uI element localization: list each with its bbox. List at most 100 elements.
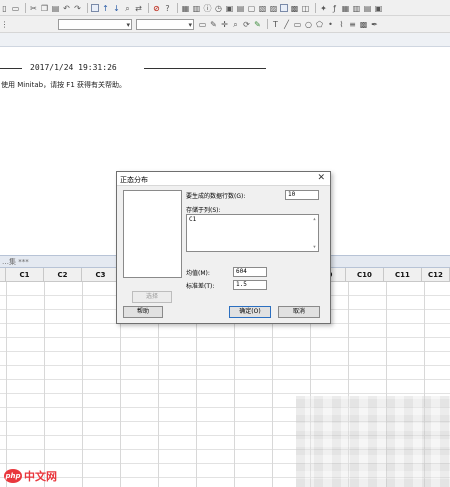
- toolbar-separator: [25, 3, 26, 13]
- rotate-icon[interactable]: ⟳: [242, 20, 251, 29]
- info-icon[interactable]: ⓘ: [203, 4, 212, 13]
- cut-icon[interactable]: ✂: [29, 4, 38, 13]
- worksheet-properties-icon[interactable]: ▦: [341, 4, 350, 13]
- column-header-c12[interactable]: C12: [422, 268, 450, 282]
- store-scrollbar[interactable]: ▲ ▼: [312, 217, 317, 249]
- rows-label: 要生成的数据行数(G):: [186, 193, 246, 200]
- variable-dropdown[interactable]: ▾: [136, 19, 194, 30]
- brush-icon[interactable]: ✎: [209, 20, 218, 29]
- variable-list[interactable]: [123, 190, 182, 278]
- session-welcome-text: 使用 Minitab，请按 F1 获得有关帮助。: [1, 81, 126, 89]
- text-tool-icon[interactable]: T: [271, 20, 280, 29]
- worksheet-title: …集 ***: [2, 258, 29, 266]
- command-dropdown[interactable]: ▾: [58, 19, 132, 30]
- session-separator-left: [0, 68, 22, 69]
- row-icon[interactable]: ▤: [363, 4, 372, 13]
- standard-toolbar: ▯ ▭ ✂ ❐ ▤ ↶ ↷ ↑ ↓ ⌕ ⇄ ⊘ ? ▦ ▥ ⓘ ◷ ▣ ▤ ▢ …: [0, 0, 450, 16]
- project-toolbar: ⋮ ▾ ▾ ▭ ✎ ✛ ⌕ ⟳ ✎ T ╱ ▭ ○ ⬠ • ⌇ ≡ ▩ ✒: [0, 16, 450, 33]
- help-icon[interactable]: ?: [163, 4, 172, 13]
- fx-icon[interactable]: ƒ: [330, 4, 339, 13]
- toolbar-separator: [177, 3, 178, 13]
- toolbar-grip-icon: ⋮: [0, 19, 9, 29]
- pen-icon[interactable]: ✒: [370, 20, 379, 29]
- dialog-titlebar[interactable]: 正态分布 ✕: [117, 172, 330, 186]
- help-button[interactable]: 帮助: [123, 306, 163, 318]
- watermark-text: 中文网: [24, 470, 57, 483]
- mean-label: 均值(M):: [186, 270, 210, 277]
- graph-folder-icon[interactable]: ▣: [225, 4, 234, 13]
- edit-last-dialog-icon[interactable]: [91, 4, 99, 12]
- cancel-button[interactable]: 取消: [278, 306, 320, 318]
- toolbar-separator: [148, 3, 149, 13]
- column-icon[interactable]: ▥: [352, 4, 361, 13]
- polygon-tool-icon[interactable]: ⬠: [315, 20, 324, 29]
- close-all-graphs-icon[interactable]: [280, 4, 288, 12]
- scroll-down-icon[interactable]: ▼: [312, 245, 317, 249]
- store-in-columns-label: 存储于列(S):: [186, 207, 221, 214]
- related-docs-icon[interactable]: ▢: [247, 4, 256, 13]
- session-window-titlebar[interactable]: [0, 33, 450, 47]
- column-header-c10[interactable]: C10: [346, 268, 384, 282]
- dialog-title: 正态分布: [120, 176, 148, 184]
- statguide-icon[interactable]: ◫: [301, 4, 310, 13]
- close-icon[interactable]: ✕: [317, 173, 325, 184]
- zoom-icon[interactable]: ⌕: [231, 20, 240, 29]
- php-logo-badge: php: [4, 469, 22, 483]
- gallery-icon[interactable]: ▩: [290, 4, 299, 13]
- column-header-c11[interactable]: C11: [384, 268, 422, 282]
- graph-toolbar-icons: ▭ ✎ ✛ ⌕ ⟳ ✎ T ╱ ▭ ○ ⬠ • ⌇ ≡ ▩ ✒: [198, 19, 381, 29]
- normal-distribution-dialog: 正态分布 ✕ 要生成的数据行数(G): 10 存储于列(S): C1 ▲ ▼ 均…: [116, 171, 331, 324]
- toolbar-separator: [315, 3, 316, 13]
- new-icon[interactable]: ▯: [0, 4, 9, 13]
- ok-button[interactable]: 确定(O): [229, 306, 271, 318]
- std-dev-input[interactable]: 1.5: [233, 280, 267, 290]
- arrow-up-icon[interactable]: ↑: [101, 4, 110, 13]
- worksheet-icon[interactable]: ▥: [192, 4, 201, 13]
- project-manager-icon[interactable]: ▧: [258, 4, 267, 13]
- column-header-c2[interactable]: C2: [44, 268, 82, 282]
- marker-tool-icon[interactable]: •: [326, 20, 335, 29]
- report-pad-icon[interactable]: ▤: [236, 4, 245, 13]
- line-tool-icon[interactable]: ╱: [282, 20, 291, 29]
- undo-icon[interactable]: ↶: [62, 4, 71, 13]
- toolbar-separator: [87, 3, 88, 13]
- chevron-down-icon: ▾: [126, 21, 130, 29]
- chevron-down-icon: ▾: [188, 21, 192, 29]
- ellipse-tool-icon[interactable]: ○: [304, 20, 313, 29]
- cancel-icon[interactable]: ⊘: [152, 4, 161, 13]
- rectangle-tool-icon[interactable]: ▭: [293, 20, 302, 29]
- toggle-view-icon[interactable]: ▨: [269, 4, 278, 13]
- graph-select-icon[interactable]: ▭: [198, 20, 207, 29]
- std-dev-label: 标准差(T):: [186, 283, 215, 290]
- paste-icon[interactable]: ▤: [51, 4, 60, 13]
- scroll-up-icon[interactable]: ▲: [312, 217, 317, 221]
- find-icon[interactable]: ⌕: [123, 4, 132, 13]
- history-icon[interactable]: ◷: [214, 4, 223, 13]
- align-icon[interactable]: ≡: [348, 20, 357, 29]
- column-header-c3[interactable]: C3: [82, 268, 120, 282]
- mean-input[interactable]: 604: [233, 267, 267, 277]
- session-window-icon[interactable]: ▦: [181, 4, 190, 13]
- store-in-columns-value: C1: [189, 216, 197, 223]
- site-watermark: php 中文网: [4, 468, 57, 484]
- store-in-columns-input[interactable]: C1 ▲ ▼: [186, 214, 319, 252]
- arrow-down-icon[interactable]: ↓: [112, 4, 121, 13]
- toolbar-separator: [267, 19, 268, 29]
- project-toolbar-icons: ⋮: [0, 19, 11, 29]
- polyline-tool-icon[interactable]: ⌇: [337, 20, 346, 29]
- rows-input[interactable]: 10: [285, 190, 319, 200]
- redo-icon[interactable]: ↷: [73, 4, 82, 13]
- brush-palette-icon[interactable]: ▩: [359, 20, 368, 29]
- edit-icon[interactable]: ✎: [253, 20, 262, 29]
- assistant-icon[interactable]: ✦: [319, 4, 328, 13]
- select-button[interactable]: 选择: [132, 291, 172, 303]
- pixelated-watermark: [296, 396, 450, 487]
- copy-icon[interactable]: ❐: [40, 4, 49, 13]
- cell-icon[interactable]: ▣: [374, 4, 383, 13]
- crosshair-icon[interactable]: ✛: [220, 20, 229, 29]
- session-separator-right: [144, 68, 266, 69]
- open-icon[interactable]: ▭: [11, 4, 20, 13]
- column-header-c1[interactable]: C1: [6, 268, 44, 282]
- replace-icon[interactable]: ⇄: [134, 4, 143, 13]
- standard-toolbar-icons: ▯ ▭ ✂ ❐ ▤ ↶ ↷ ↑ ↓ ⌕ ⇄ ⊘ ? ▦ ▥ ⓘ ◷ ▣ ▤ ▢ …: [0, 3, 385, 13]
